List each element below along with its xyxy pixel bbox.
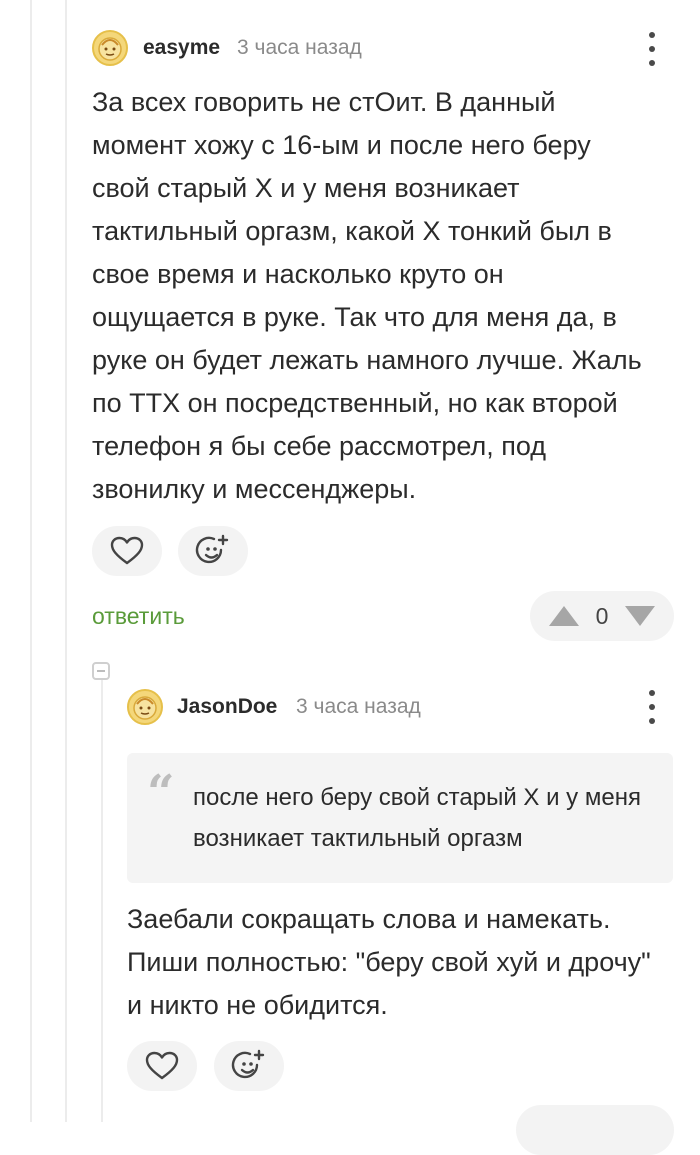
add-reaction-button[interactable] — [178, 526, 248, 576]
comment-timestamp[interactable]: 3 часа назад — [237, 36, 362, 60]
more-vertical-icon[interactable] — [640, 690, 664, 724]
add-reaction-button[interactable] — [214, 1041, 284, 1091]
rating-widget — [516, 1105, 674, 1155]
like-button[interactable] — [127, 1041, 197, 1091]
more-vertical-icon[interactable] — [640, 32, 664, 66]
comment-author[interactable]: JasonDoe — [177, 695, 277, 719]
avatar[interactable] — [92, 30, 128, 66]
heart-icon — [110, 536, 144, 565]
rating-count: 0 — [595, 602, 609, 629]
rating-widget: 0 — [530, 591, 674, 641]
triangle-down-icon[interactable] — [624, 605, 656, 627]
thread-line-level1 — [65, 0, 67, 1122]
avatar-face-icon — [133, 696, 157, 720]
quote-block: “ после него беру свой старый X и у меня… — [127, 753, 673, 883]
like-button[interactable] — [92, 526, 162, 576]
comment-text: За всех говорить не стОит. В данный моме… — [92, 87, 642, 504]
thread-line-level2 — [101, 680, 103, 1122]
avatar[interactable] — [127, 689, 163, 725]
avatar-face-icon — [98, 37, 122, 61]
comment-text: Заебали сокращать слова и намекать. Пиши… — [127, 904, 651, 1020]
collapse-minus-icon[interactable] — [92, 662, 110, 680]
thread-line-root — [30, 0, 32, 1122]
quote-text: после него беру свой старый X и у меня в… — [193, 784, 641, 852]
comment-author[interactable]: easyme — [143, 36, 220, 60]
quote-icon: “ — [147, 765, 175, 821]
heart-icon — [145, 1051, 179, 1080]
reply-link[interactable]: ответить — [92, 603, 185, 630]
triangle-up-icon[interactable] — [548, 605, 580, 627]
comment-timestamp[interactable]: 3 часа назад — [296, 695, 421, 719]
smiley-add-icon — [231, 1049, 265, 1079]
smiley-add-icon — [195, 534, 229, 564]
